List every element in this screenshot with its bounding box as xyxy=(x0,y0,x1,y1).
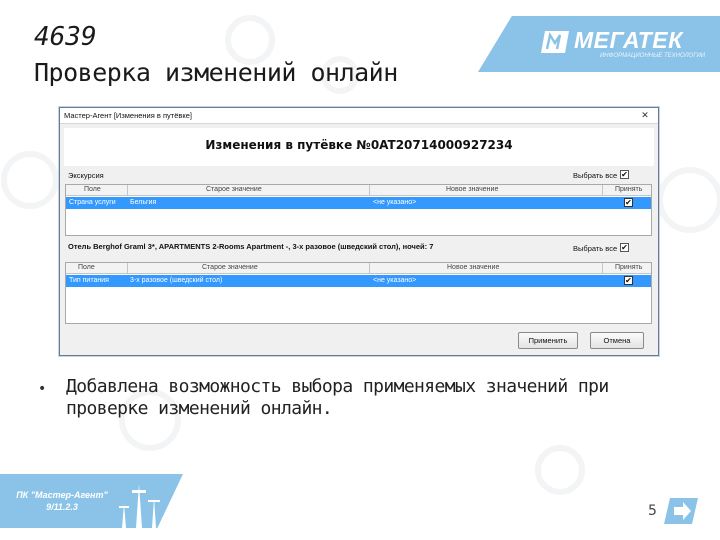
cell-old-value: 3-х разовое (шведский стол) xyxy=(130,277,223,284)
megatek-logo-icon xyxy=(541,31,569,53)
section-excursion-label: Экскурсия xyxy=(68,171,104,180)
accept-checkbox[interactable]: ✔ xyxy=(624,198,633,207)
cell-old-value: Бельгия xyxy=(130,199,157,206)
table-row[interactable]: Тип питания 3-х разовое (шведский стол) … xyxy=(66,275,651,287)
section-hotel-label: Отель Berghof Graml 3*, APARTMENTS 2-Roo… xyxy=(68,242,434,251)
column-header-old: Старое значение xyxy=(202,264,258,271)
page-number: 5 xyxy=(648,503,657,519)
dialog-heading: Изменения в путёвке №0AT20714000927234 xyxy=(205,138,513,152)
cell-new-value: <не указано> xyxy=(373,277,417,284)
column-header-accept: Принять xyxy=(615,186,643,193)
bullet-text: Добавлена возможность выбора применяемых… xyxy=(66,376,609,419)
table-row[interactable]: Страна услуги Бельгия <не указано> ✔ xyxy=(66,197,651,209)
window-titlebar: Мастер-Агент [Изменения в путёвке] ✕ xyxy=(60,108,658,124)
changes-dialog-window: Мастер-Агент [Изменения в путёвке] ✕ Изм… xyxy=(59,107,659,356)
column-header-field: Поле xyxy=(84,186,101,193)
select-all-hotel-label: Выбрать все xyxy=(573,244,618,253)
column-header-new: Новое значение xyxy=(446,186,499,193)
accept-checkbox[interactable]: ✔ xyxy=(624,276,633,285)
hotel-changes-grid: Поле Старое значение Новое значение Прин… xyxy=(65,262,652,324)
window-title: Мастер-Агент [Изменения в путёвке] xyxy=(64,111,192,120)
column-header-field: Поле xyxy=(78,264,95,271)
slide-title: Проверка изменений онлайн xyxy=(34,58,398,87)
apply-button[interactable]: Применить xyxy=(518,332,578,349)
footer-product-label: ПК "Мастер-Агент" 9/11.2.3 xyxy=(12,489,112,513)
bullet-marker: • xyxy=(38,381,47,397)
brand-tagline: ИНФОРМАЦИОННЫЕ ТЕХНОЛОГИИ xyxy=(600,53,706,59)
column-header-old: Старое значение xyxy=(206,186,262,193)
column-header-new: Новое значение xyxy=(447,264,500,271)
select-all-excursion-checkbox[interactable]: ✔ xyxy=(620,170,629,179)
cell-field: Страна услуги xyxy=(69,199,116,206)
cancel-button[interactable]: Отмена xyxy=(590,332,644,349)
footer-product-version: 9/11.2.3 xyxy=(46,502,78,512)
grid-header: Поле Старое значение Новое значение Прин… xyxy=(66,263,651,274)
select-all-hotel-checkbox[interactable]: ✔ xyxy=(620,243,629,252)
select-all-excursion-label: Выбрать все xyxy=(573,171,618,180)
dialog-header: Изменения в путёвке №0AT20714000927234 xyxy=(64,128,654,166)
brand-name: МЕГАТЕК xyxy=(574,27,683,53)
column-header-accept: Принять xyxy=(615,264,643,271)
slide-number: 4639 xyxy=(34,22,97,52)
towers-icon xyxy=(119,484,160,528)
close-icon[interactable]: ✕ xyxy=(638,109,652,122)
grid-header: Поле Старое значение Новое значение Прин… xyxy=(66,185,651,196)
next-arrow-icon[interactable] xyxy=(664,496,698,526)
cell-new-value: <не указано> xyxy=(373,199,417,206)
cell-field: Тип питания xyxy=(69,277,109,284)
footer-product-name: ПК "Мастер-Агент" xyxy=(16,490,108,500)
excursion-changes-grid: Поле Старое значение Новое значение Прин… xyxy=(65,184,652,236)
